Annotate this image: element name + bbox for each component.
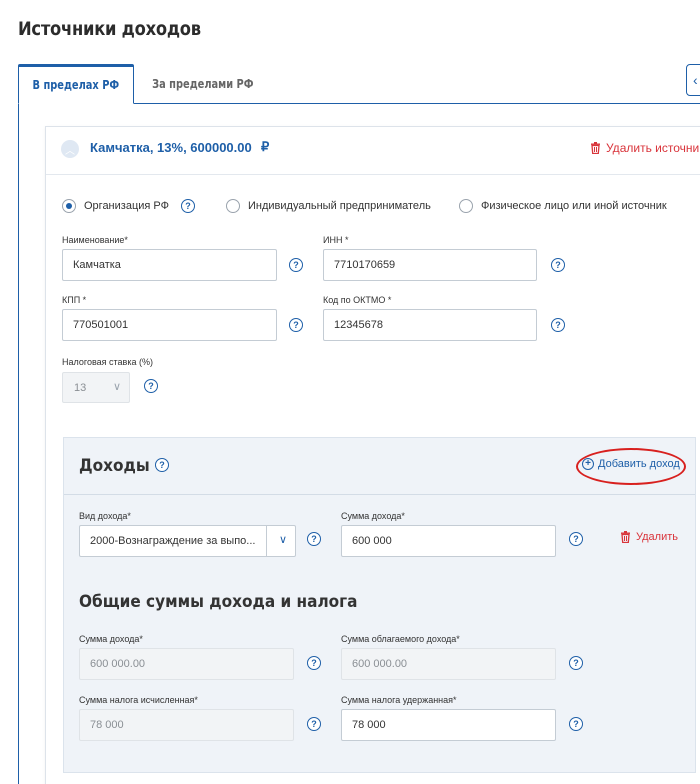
radio-organization-control[interactable]: [62, 199, 76, 213]
income-type-label: Вид дохода*: [79, 511, 131, 521]
taxable-income-input: 600 000.00: [341, 648, 556, 680]
page-title: Источники доходов: [18, 18, 201, 40]
help-icon[interactable]: ?: [551, 258, 565, 272]
ruble-icon: ₽: [261, 139, 270, 154]
inn-label: ИНН *: [323, 235, 349, 245]
taxable-income-label: Сумма облагаемого дохода*: [341, 634, 460, 644]
totals-title: Общие суммы дохода и налога: [79, 592, 358, 612]
delete-source-label: Удалить источник: [606, 141, 700, 155]
tab-outside-russia[interactable]: За пределами РФ: [138, 64, 268, 104]
name-label: Наименование*: [62, 235, 128, 245]
income-type-select[interactable]: 2000-Вознаграждение за выпо... ∨: [79, 525, 296, 557]
tax-withheld-input[interactable]: 78 000: [341, 709, 556, 741]
help-icon[interactable]: ?: [155, 458, 169, 472]
help-icon[interactable]: ?: [569, 717, 583, 731]
income-type-value: 2000-Вознаграждение за выпо...: [90, 535, 256, 547]
help-icon[interactable]: ?: [569, 656, 583, 670]
radio-organization-label: Организация РФ: [84, 200, 169, 212]
source-title[interactable]: Камчатка, 13%, 600000.00: [90, 140, 252, 155]
total-income-label: Сумма дохода*: [79, 634, 143, 644]
radio-entrepreneur[interactable]: Индивидуальный предприниматель: [226, 199, 431, 213]
select-divider: [266, 526, 267, 556]
kpp-label: КПП *: [62, 295, 87, 305]
oktmo-input[interactable]: 12345678: [323, 309, 537, 341]
help-icon[interactable]: ?: [181, 199, 195, 213]
tab-within-russia-label: В пределах РФ: [32, 78, 120, 92]
incomes-title: Доходы: [79, 456, 150, 476]
chevron-down-icon: ∨: [278, 534, 287, 546]
radio-entrepreneur-control[interactable]: [226, 199, 240, 213]
help-icon[interactable]: ?: [289, 258, 303, 272]
card-header-divider: [46, 174, 700, 175]
inn-input[interactable]: 7710170659: [323, 249, 537, 281]
trash-icon: [621, 531, 630, 543]
chevron-up-icon[interactable]: ︿: [61, 140, 79, 158]
delete-income-button[interactable]: Удалить: [620, 531, 678, 543]
help-icon[interactable]: ?: [307, 532, 321, 546]
incomes-header-divider: [64, 494, 695, 495]
annotation-ellipse: [576, 448, 686, 485]
tax-rate-value: 13: [74, 381, 87, 394]
tax-calculated-input: 78 000: [79, 709, 294, 741]
total-income-input: 600 000.00: [79, 648, 294, 680]
income-amount-input[interactable]: 600 000: [341, 525, 556, 557]
tab-outside-russia-label: За пределами РФ: [152, 77, 254, 91]
kpp-input[interactable]: 770501001: [62, 309, 277, 341]
help-icon[interactable]: ?: [551, 318, 565, 332]
tax-calculated-label: Сумма налога исчисленная*: [79, 695, 198, 705]
tax-rate-label: Налоговая ставка (%): [62, 357, 153, 367]
chevron-up-glyph: ︿: [65, 145, 75, 157]
help-icon[interactable]: ?: [289, 318, 303, 332]
help-icon[interactable]: ?: [307, 656, 321, 670]
radio-individual-control[interactable]: [459, 199, 473, 213]
radio-entrepreneur-label: Индивидуальный предприниматель: [248, 200, 431, 212]
help-icon[interactable]: ?: [569, 532, 583, 546]
radio-individual-label: Физическое лицо или иной источник: [481, 200, 667, 212]
radio-individual[interactable]: Физическое лицо или иной источник: [459, 199, 667, 213]
oktmo-label: Код по ОКТМО *: [323, 295, 392, 305]
help-icon[interactable]: ?: [144, 379, 158, 393]
tax-rate-select[interactable]: 13 ∨: [62, 372, 130, 403]
name-input[interactable]: Камчатка: [62, 249, 277, 281]
chevron-down-icon: ∨: [112, 381, 121, 393]
help-icon[interactable]: ?: [307, 717, 321, 731]
delete-income-label: Удалить: [636, 531, 678, 543]
delete-source-button[interactable]: Удалить источник: [590, 141, 700, 155]
trash-icon: [591, 142, 600, 154]
tax-withheld-label: Сумма налога удержанная*: [341, 695, 457, 705]
tab-within-russia[interactable]: В пределах РФ: [18, 64, 134, 104]
income-amount-label: Сумма дохода*: [341, 511, 405, 521]
chevron-left-icon: ‹: [693, 72, 698, 88]
radio-organization[interactable]: Организация РФ: [62, 199, 169, 213]
collapse-panel-button[interactable]: ‹: [686, 64, 700, 96]
